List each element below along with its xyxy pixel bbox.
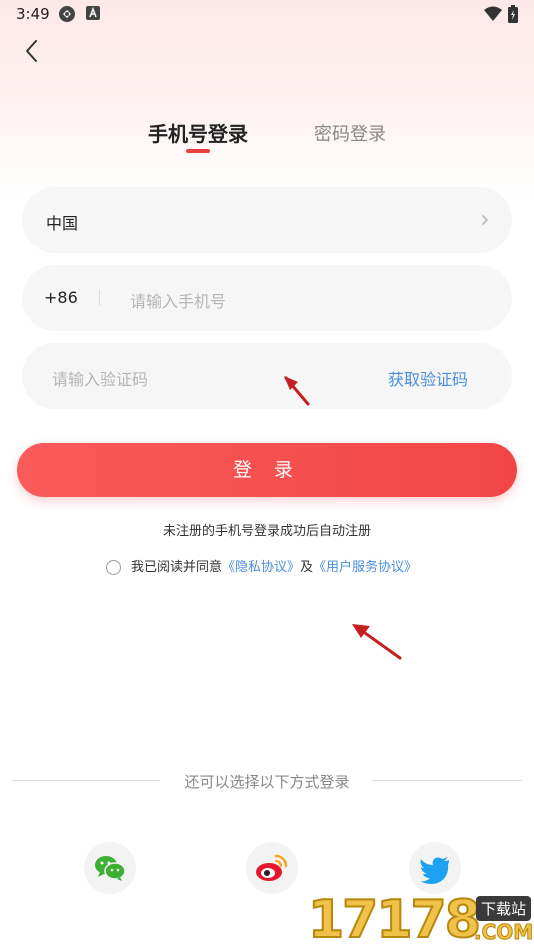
twitter-icon [420, 857, 449, 884]
register-notice: 未注册的手机号登录成功后自动注册 [162, 524, 371, 539]
watermark-site: 17178 [307, 889, 482, 950]
chevron-right-icon [480, 212, 490, 231]
header-background [0, 0, 534, 200]
chevron-left-icon [26, 40, 37, 62]
country-value: 中国 [46, 214, 79, 233]
wechat-icon [95, 856, 126, 881]
watermark-domain: .COM [473, 920, 534, 945]
settings-status-icon [58, 5, 76, 27]
site-watermark: 17178 下载站 .COM [307, 888, 534, 950]
weibo-icon [256, 854, 288, 881]
agreement-checkbox[interactable] [106, 560, 121, 575]
service-link[interactable]: 《用户服务协议》 [313, 560, 417, 575]
status-bar: 3:49 [0, 0, 534, 28]
privacy-link[interactable]: 《隐私协议》 [222, 560, 300, 575]
field-divider [99, 290, 100, 306]
annotation-arrow-icon [352, 624, 402, 660]
divider-right [372, 780, 522, 781]
country-code[interactable]: +86 [44, 288, 78, 307]
other-login-label: 还可以选择以下方式登录 [184, 773, 350, 791]
phone-input[interactable]: 请输入手机号 [130, 288, 226, 312]
tab-password-login[interactable]: 密码登录 [314, 120, 386, 146]
back-button[interactable] [18, 36, 48, 66]
annotation-arrow-icon [284, 376, 310, 406]
twitter-login-button[interactable] [409, 842, 461, 894]
wechat-login-button[interactable] [84, 842, 136, 894]
tab-phone-login[interactable]: 手机号登录 [148, 118, 248, 147]
country-select[interactable]: 中国 [22, 187, 512, 253]
get-code-button[interactable]: 获取验证码 [388, 366, 468, 390]
code-field[interactable]: 请输入验证码 获取验证码 [22, 343, 512, 409]
agreement-prefix: 我已阅读并同意 [131, 560, 223, 575]
login-button[interactable]: 登 录 [17, 443, 517, 497]
watermark-tag: 下载站 [476, 896, 532, 921]
wifi-icon [484, 6, 502, 25]
code-input[interactable]: 请输入验证码 [52, 366, 148, 390]
battery-icon [508, 5, 518, 27]
agreement-connector: 及 [300, 560, 314, 575]
status-time: 3:49 [16, 5, 50, 23]
agreement-row: 我已阅读并同意《隐私协议》及《用户服务协议》 [106, 558, 417, 578]
tab-active-indicator [186, 149, 210, 153]
phone-field[interactable]: +86 请输入手机号 [22, 265, 512, 331]
weibo-login-button[interactable] [246, 842, 298, 894]
app-status-icon [86, 5, 100, 25]
